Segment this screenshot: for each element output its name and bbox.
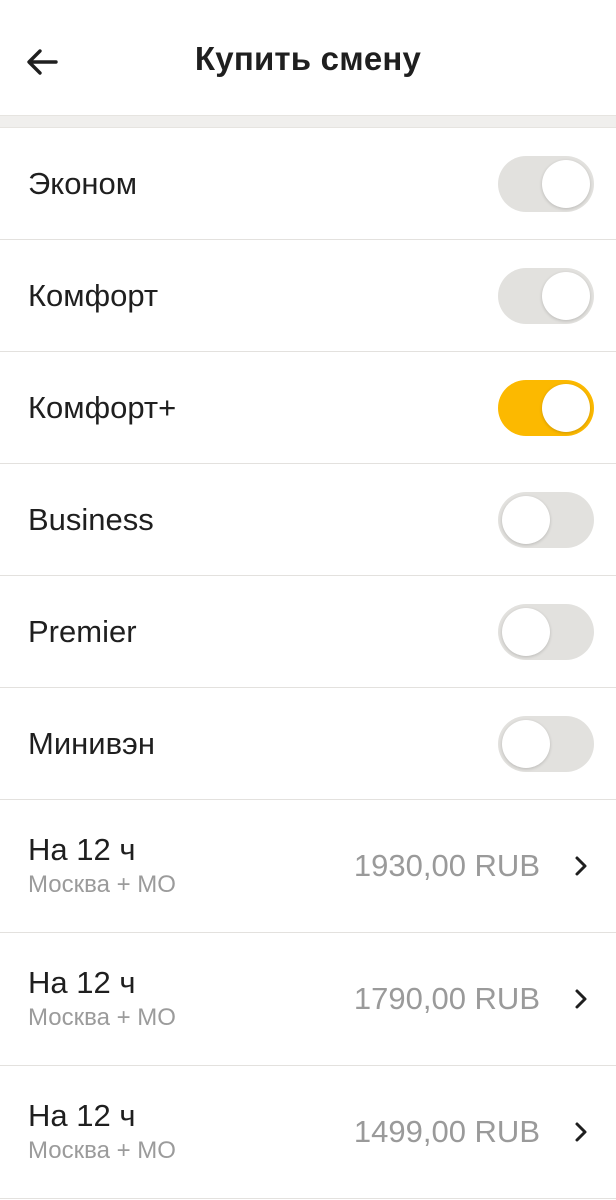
tariff-toggle-business[interactable] [498,491,594,548]
chevron-right-icon [572,987,590,1011]
tariff-row-comfort: Комфорт [0,240,616,352]
toggle-knob [542,271,590,320]
tariff-toggle-comfort[interactable] [498,267,594,324]
tariff-toggle-premier[interactable] [498,603,594,660]
offer-duration: На 12 ч [28,1098,136,1133]
offer-list: На 12 ч Москва + МО 1930,00 RUB На 12 ч … [0,800,616,1199]
tariff-toggle-econom[interactable] [498,155,594,212]
tariff-label: Эконом [28,165,138,201]
offer-region: Москва + МО [28,871,176,898]
tariff-list: Эконом Комфорт Комфорт+ Business Premier… [0,128,616,800]
toggle-knob [502,607,550,656]
app-header: Купить смену [0,0,616,116]
offer-price: 1790,00 RUB [353,981,540,1016]
tariff-row-minivan: Минивэн [0,688,616,800]
tariff-toggle-comfort-plus[interactable] [498,379,594,436]
chevron-right-icon [572,854,590,878]
offer-item[interactable]: На 12 ч Москва + МО 1499,00 RUB [0,1066,616,1199]
section-divider [0,116,616,128]
offer-price: 1499,00 RUB [353,1114,540,1149]
toggle-knob [502,719,550,768]
tariff-row-premier: Premier [0,576,616,688]
offer-price: 1930,00 RUB [353,848,540,883]
offer-item[interactable]: На 12 ч Москва + МО 1790,00 RUB [0,933,616,1066]
tariff-row-econom: Эконом [0,128,616,240]
tariff-label: Комфорт+ [28,389,177,425]
offer-item[interactable]: На 12 ч Москва + МО 1930,00 RUB [0,800,616,933]
tariff-label: Комфорт [28,277,159,313]
chevron-right-icon [572,1120,590,1144]
offer-duration: На 12 ч [28,965,136,1000]
tariff-label: Минивэн [28,725,155,761]
tariff-label: Premier [28,613,137,649]
toggle-knob [542,383,590,432]
tariff-row-comfort-plus: Комфорт+ [0,352,616,464]
page-title: Купить смену [194,40,422,77]
toggle-knob [502,495,550,544]
offer-duration: На 12 ч [28,832,136,867]
offer-region: Москва + МО [28,1004,176,1031]
tariff-toggle-minivan[interactable] [498,715,594,772]
offer-region: Москва + МО [28,1137,176,1164]
tariff-label: Business [28,501,154,537]
toggle-knob [542,159,590,208]
tariff-row-business: Business [0,464,616,576]
